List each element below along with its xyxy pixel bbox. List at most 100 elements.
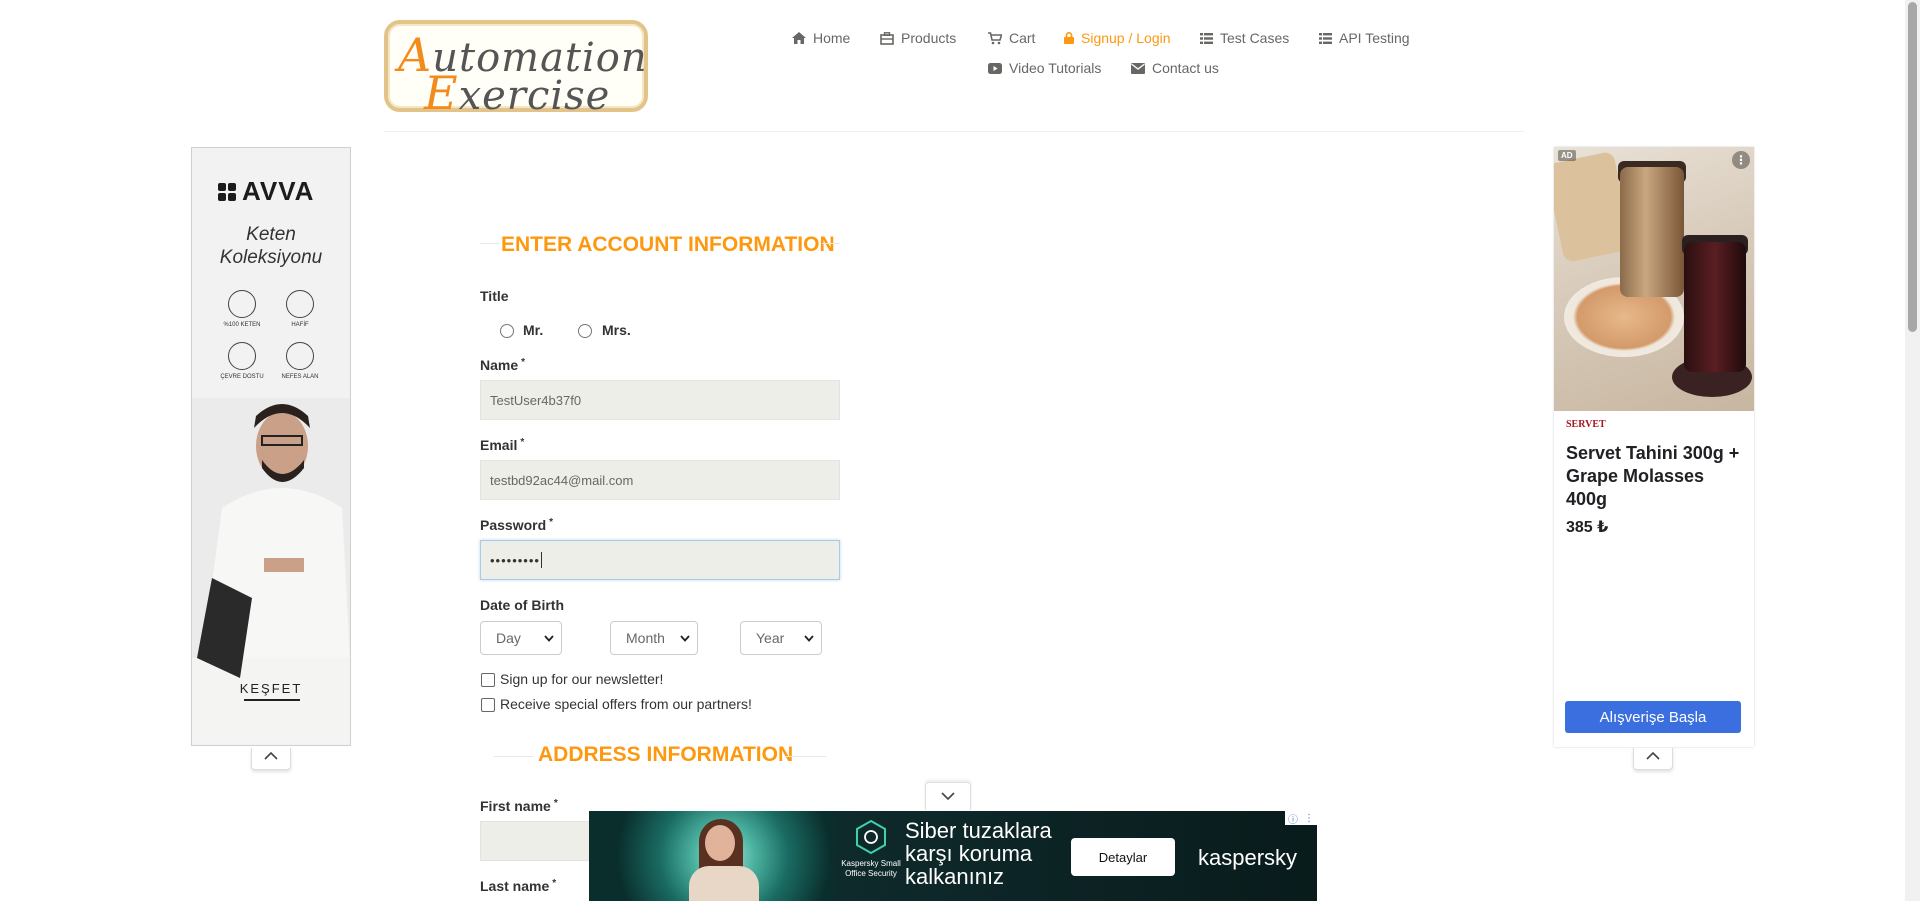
products-icon [880,31,894,45]
left-ad-collapse-button[interactable] [251,748,291,770]
nav-products-label: Products [901,30,957,46]
site-logo[interactable]: Automation Exercise [384,20,648,120]
collection-title: Keten Koleksiyonu [192,223,350,269]
feature-light: HAFİF [272,290,328,328]
last-name-label: Last name * [480,878,557,894]
title-mr-label[interactable]: Mr. [523,322,543,338]
ad-product-price: 385 ₺ [1566,519,1609,536]
kesfet-underline [244,699,300,701]
nav-products[interactable]: Products [880,30,956,46]
dob-month-select[interactable]: Month [610,621,698,655]
kesfet-link[interactable]: KEŞFET [192,681,350,696]
nav-contact-us[interactable]: Contact us [1131,60,1219,76]
info-icon[interactable]: ⓘ [1288,811,1298,826]
title-mrs-radio[interactable] [578,324,592,338]
feature-eco: ÇEVRE DOSTU [214,342,270,380]
address-line-right [786,756,826,757]
linen-icon [228,290,256,318]
envelope-icon [1131,62,1145,74]
servet-logo: SERVET [1566,419,1606,430]
nav-signup-login-label: Signup / Login [1081,30,1171,46]
password-input[interactable]: ••••••••• [480,540,840,580]
nav-video-tutorials[interactable]: Video Tutorials [988,60,1101,76]
chevron-down-icon [680,634,690,642]
list-icon [1200,32,1213,44]
name-input[interactable]: TestUser4b37f0 [480,380,840,420]
details-button[interactable]: Detaylar [1071,838,1175,876]
address-info-heading: ADDRESS INFORMATION [538,743,794,766]
feature-breathable: NEFES ALAN [272,342,328,380]
nav-home[interactable]: Home [792,30,850,46]
dob-label: Date of Birth [480,597,564,613]
title-mr-radio[interactable] [500,324,514,338]
chevron-down-icon [941,792,955,800]
right-ad-banner[interactable]: AD ⋮ SERVET Servet Tahini 300g + Grape M… [1554,147,1754,747]
left-ad-banner[interactable]: AVVA Keten Koleksiyonu %100 KETEN HAFİF … [191,147,351,746]
newsletter-checkbox[interactable] [481,673,495,687]
avva-logo: AVVA [218,176,314,207]
nav-contact-us-label: Contact us [1152,60,1219,76]
kaspersky-product-name: Kaspersky Small Office Security [841,859,901,878]
list-icon [1319,32,1332,44]
scrollbar-thumb[interactable] [1908,2,1917,332]
chevron-up-icon [1646,752,1660,760]
kaspersky-logo: kaspersky [1198,845,1298,870]
name-label: Name * [480,357,526,373]
kaspersky-headline: Siber tuzaklara karşı koruma kalkanınız [905,818,1052,889]
email-input[interactable]: testbd92ac44@mail.com [480,460,840,500]
nav-cart[interactable]: Cart [988,30,1035,46]
offers-label[interactable]: Receive special offers from our partners… [500,696,752,712]
cart-icon [988,31,1002,44]
nav-test-cases-label: Test Cases [1220,30,1290,46]
molasses-jar [1684,242,1746,372]
account-info-heading: ENTER ACCOUNT INFORMATION [501,233,835,256]
bottom-ad-toggle-button[interactable] [925,782,971,810]
dob-day-value: Day [496,630,521,646]
tahini-jar [1620,167,1684,297]
nav-video-tutorials-label: Video Tutorials [1009,60,1102,76]
logo-line-2: Exercise [424,66,611,120]
nav-test-cases[interactable]: Test Cases [1200,30,1289,46]
breathable-icon [286,342,314,370]
feature-linen: %100 KETEN [214,290,270,328]
nav-cart-label: Cart [1009,30,1036,46]
dob-month-value: Month [626,630,665,646]
email-label: Email * [480,437,525,453]
dob-day-select[interactable]: Day [480,621,562,655]
nav-home-label: Home [813,30,851,46]
nav-signup-login[interactable]: Signup / Login [1064,30,1171,46]
nav-api-testing[interactable]: API Testing [1319,30,1410,46]
start-shopping-button[interactable]: Alışverişe Başla [1565,701,1741,733]
nav-api-testing-label: API Testing [1339,30,1410,46]
password-label: Password * [480,517,554,533]
collection-line-1: Keten [246,224,296,245]
collection-line-2: Koleksiyonu [219,247,323,268]
newsletter-label[interactable]: Sign up for our newsletter! [500,671,663,687]
ad-product-title[interactable]: Servet Tahini 300g + Grape Molasses 400g [1566,442,1746,511]
text-cursor [540,552,542,568]
chevron-down-icon [544,634,554,642]
offers-checkbox[interactable] [481,698,495,712]
first-name-label: First name * [480,798,558,814]
avva-squares-icon [218,182,236,201]
leaf-icon [228,342,256,370]
bottom-ad-banner[interactable]: Kaspersky Small Office Security Siber tu… [589,811,1317,901]
page-scrollbar[interactable] [1905,0,1920,901]
ad-info-controls[interactable]: ⓘ ⋮ [1285,811,1317,826]
ad-model-photo [589,811,834,901]
right-ad-collapse-button[interactable] [1633,748,1673,770]
lock-icon [1064,32,1074,44]
ad-options-icon[interactable]: ⋮ [1304,813,1314,824]
chevron-down-icon [804,634,814,642]
youtube-icon [988,62,1002,74]
head-shape [705,825,735,861]
address-line-left [494,756,534,757]
section-line-right [822,243,840,244]
title-mrs-label[interactable]: Mrs. [602,322,631,338]
title-label: Title [480,288,509,304]
ad-menu-icon[interactable]: ⋮ [1732,151,1750,169]
dob-year-select[interactable]: Year [740,621,822,655]
body-shape [689,866,759,901]
header-divider [384,131,1524,132]
kaspersky-shield-icon [856,819,886,855]
